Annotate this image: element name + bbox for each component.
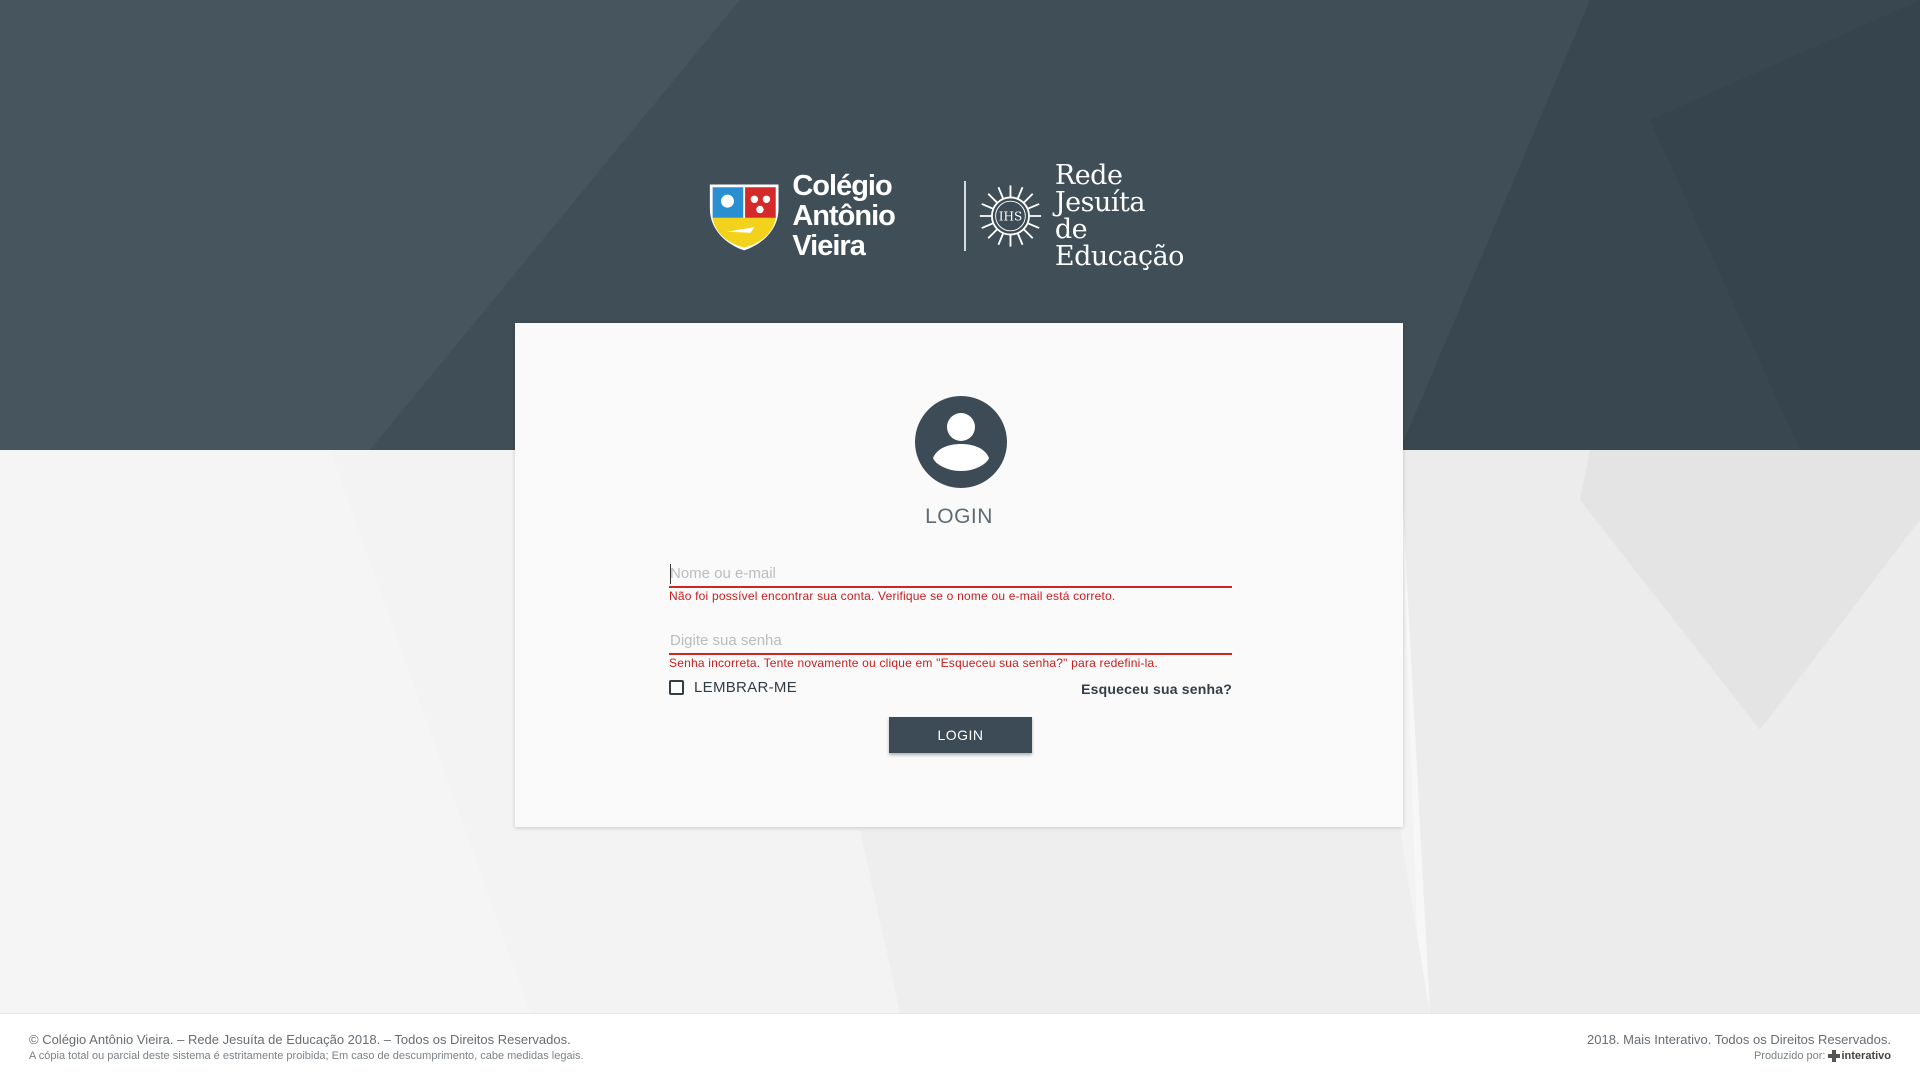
- svg-text:IHS: IHS: [999, 210, 1023, 224]
- remember-me-label: LEMBRAR-ME: [694, 679, 798, 696]
- network-name-line2: de Educação: [1054, 214, 1185, 272]
- interativo-logo[interactable]: interativo: [1828, 1050, 1891, 1062]
- footer-right: 2018. Mais Interativo. Todos os Direitos…: [1587, 1032, 1891, 1062]
- footer: © Colégio Antônio Vieira. – Rede Jesuíta…: [0, 1013, 1920, 1080]
- remember-me-toggle[interactable]: LEMBRAR-ME: [669, 679, 797, 696]
- footer-left: © Colégio Antônio Vieira. – Rede Jesuíta…: [29, 1032, 584, 1062]
- login-card: LOGIN Não foi possível encontrar sua con…: [515, 323, 1403, 827]
- username-error: Não foi possível encontrar sua conta. Ve…: [669, 589, 1116, 603]
- brand-header: Colégio Antônio Vieira IHS Rede Jesuíta …: [708, 162, 1212, 270]
- brand-divider: [964, 181, 966, 251]
- username-field-wrapper: [669, 556, 1232, 588]
- interativo-logo-text: interativo: [1841, 1050, 1891, 1062]
- username-input[interactable]: [669, 556, 1232, 588]
- college-name-line2: Antônio Vieira: [792, 200, 896, 262]
- network-name: Rede Jesuíta de Educação: [1055, 162, 1212, 270]
- footer-legal-notice: A cópia total ou parcial deste sistema é…: [29, 1050, 584, 1062]
- interativo-logo-icon: [1828, 1050, 1841, 1062]
- produced-by-label: Produzido por:: [1753, 1050, 1826, 1062]
- forgot-password-link[interactable]: Esqueceu sua senha?: [1081, 681, 1232, 697]
- footer-rights: 2018. Mais Interativo. Todos os Direitos…: [1587, 1032, 1891, 1047]
- college-name: Colégio Antônio Vieira: [792, 171, 950, 261]
- text-cursor: [670, 564, 671, 584]
- login-button[interactable]: LOGIN: [889, 717, 1032, 753]
- footer-copyright: © Colégio Antônio Vieira. – Rede Jesuíta…: [29, 1032, 571, 1047]
- footer-produced-by: Produzido por: interativo: [1587, 1050, 1891, 1062]
- jesuit-sun-ihs-icon: IHS: [979, 185, 1042, 247]
- account-circle-icon: [915, 396, 1007, 488]
- password-input[interactable]: [669, 623, 1232, 655]
- network-name-line1: Rede Jesuíta: [1054, 160, 1146, 218]
- login-title: LOGIN: [925, 505, 993, 528]
- remember-me-checkbox[interactable]: [669, 680, 684, 695]
- password-field-wrapper: [669, 623, 1232, 655]
- password-error: Senha incorreta. Tente novamente ou cliq…: [669, 656, 1158, 670]
- college-name-line1: Colégio: [792, 170, 892, 202]
- college-crest-icon: [709, 184, 779, 251]
